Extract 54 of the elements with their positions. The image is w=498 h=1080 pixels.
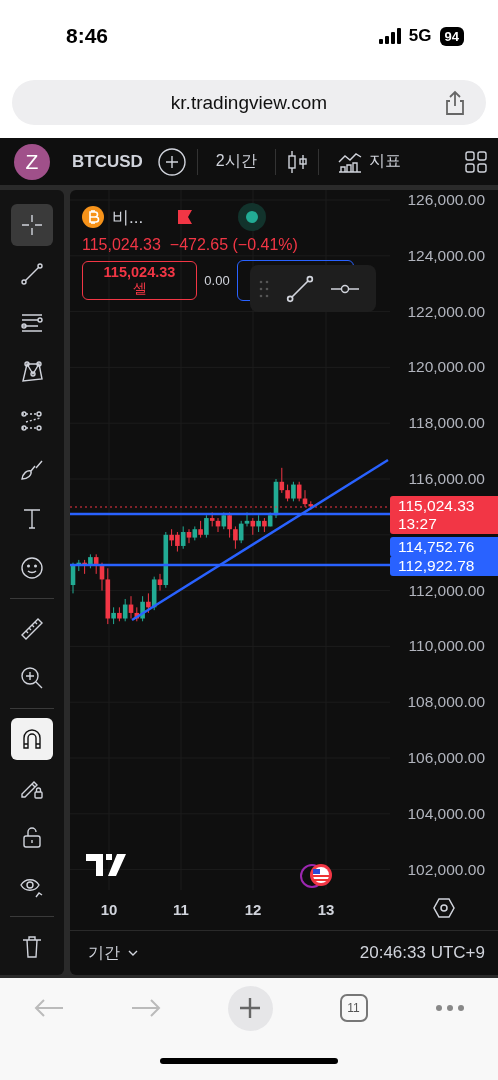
price-axis-label: 118,000.00 [408, 414, 485, 433]
smiley-icon [19, 554, 45, 581]
price-axis-label: 124,000.00 [407, 246, 485, 265]
chevron-down-icon [128, 950, 138, 956]
line-price-tag: 114,752.76 [390, 537, 498, 557]
symbol-name: 비... [112, 206, 144, 229]
magnet-tool[interactable] [11, 717, 53, 760]
price-axis-label: 116,000.00 [408, 470, 485, 488]
share-icon[interactable] [444, 89, 466, 116]
battery-level: 94 [439, 26, 464, 46]
time-axis-label: 11 [173, 901, 189, 918]
time-axis-label: 10 [100, 901, 118, 918]
candles-icon [285, 148, 308, 175]
tradingview-logo [86, 854, 126, 876]
price-axis-label: 104,000.00 [407, 804, 485, 823]
spread-value: 0.00 [203, 273, 231, 288]
price-axis-label: 112,000.00 [408, 581, 485, 600]
price-axis-label: 110,000.00 [408, 637, 485, 656]
time-axis-label: 12 [244, 901, 262, 918]
price-axis-label: 126,000.00 [407, 191, 485, 209]
signal-icon [378, 28, 401, 44]
time-axis-label: 13 [317, 901, 335, 918]
settings-icon[interactable] [433, 897, 455, 919]
zoom-in-icon [19, 664, 45, 691]
range-dropdown[interactable]: 기간 [88, 942, 138, 964]
price-axis-label: 102,000.00 [407, 860, 485, 879]
layout-grid-icon [464, 149, 488, 174]
more-icon[interactable] [434, 1004, 465, 1012]
sell-button[interactable]: 115,024.33 셀 [82, 261, 197, 300]
tabs-button[interactable]: 11 [339, 994, 368, 1022]
user-avatar[interactable]: Z [14, 143, 50, 180]
plus-icon [239, 997, 261, 1019]
address-bar[interactable]: kr.tradingview.com [12, 80, 486, 125]
price-axis-label: 120,000.00 [407, 358, 485, 377]
network-label: 5G [408, 26, 432, 46]
flag-icon[interactable] [177, 209, 194, 225]
line-price-tag: 112,922.78 [390, 556, 498, 576]
trend-line-icon [19, 260, 45, 287]
price-axis-label: 106,000.00 [407, 749, 485, 767]
indicators-button[interactable]: 지표 [328, 149, 409, 174]
price-axis-label: 122,000.00 [407, 302, 485, 321]
price-axis-label: 108,000.00 [407, 693, 485, 712]
price-change: 115,024.33 −472.65 (−0.41%) [82, 236, 299, 254]
chart-clock: 20:46:33 UTC+9 [359, 943, 485, 963]
bitcoin-icon [82, 206, 104, 228]
pattern-icon [19, 358, 45, 385]
crosshair-tool[interactable] [11, 203, 53, 246]
add-icon [156, 146, 187, 177]
interval-button[interactable]: 2시간 [207, 151, 265, 172]
symbol-label[interactable]: BTCUSD [72, 151, 143, 172]
clock-time: 8:46 [66, 24, 110, 48]
status-dot-icon [237, 202, 268, 232]
last-price-tag: 115,024.33 13:27 [390, 496, 498, 534]
event-markers-icon [300, 864, 332, 888]
